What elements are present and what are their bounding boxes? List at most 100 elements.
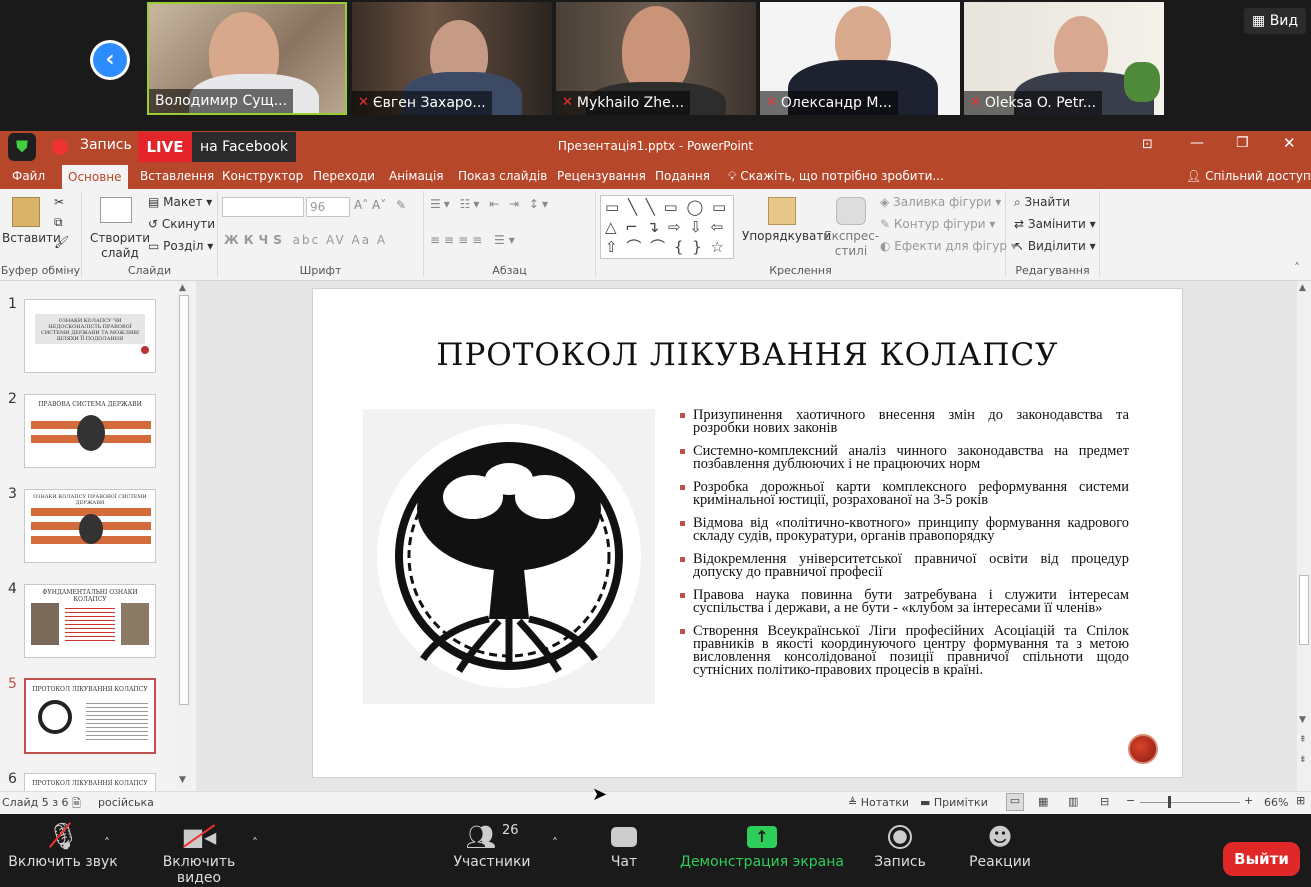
fit-slide-icon[interactable]: ⊞ — [1296, 794, 1305, 807]
view-button[interactable]: ▦ Вид — [1244, 8, 1307, 34]
video-strip: ‹ Володимир Сущ... ✕ Євген Захаро... ✕ Myk… — [0, 0, 1311, 131]
close-button[interactable]: ✕ — [1283, 134, 1296, 152]
participant-tile[interactable]: ✕ Mykhailo Zhe... — [556, 2, 756, 115]
reading-view-icon[interactable]: ▥ — [1068, 795, 1078, 808]
select-label: Виділити — [1027, 239, 1086, 253]
notes-button[interactable]: ≜ Нотатки — [848, 796, 909, 809]
layout-button[interactable]: ▤ Макет ▾ — [148, 195, 212, 209]
bullet-item: Системно-комплексний аналіз чинного зако… — [679, 444, 1129, 471]
shape-effects-button[interactable]: ◐ Ефекти для фігур ▾ — [880, 239, 1017, 253]
participant-tile[interactable]: ✕ Євген Захаро... — [352, 2, 552, 115]
ribbon-display-icon[interactable]: ⊡ — [1142, 137, 1153, 152]
lightbulb-icon: 💡︎ — [728, 169, 737, 183]
paragraph-label: Абзац — [492, 264, 527, 277]
slide-scrollbar[interactable]: ▲ ▼ ⇞ ⇟ — [1297, 281, 1311, 791]
minimize-button[interactable]: — — [1190, 135, 1204, 151]
share-screen-button[interactable]: ↑ Демонстрация экрана — [676, 820, 848, 870]
zoom-out-button[interactable]: − — [1126, 794, 1135, 807]
slide-thumbnail[interactable]: ОЗНАКИ КОЛАПСУ ПРАВОВОЇ СИСТЕМИ ДЕРЖАВИ — [24, 489, 156, 563]
zoom-slider[interactable] — [1140, 802, 1240, 803]
section-button[interactable]: ▭ Розділ ▾ — [148, 239, 213, 253]
find-button[interactable]: ⌕ Знайти — [1014, 195, 1070, 210]
tab-home[interactable]: Основне — [62, 165, 128, 189]
shapes-gallery[interactable]: ▭ ╲ ╲ ▭ ◯ ▭ △ ⌐ ↴ ⇨ ⇩ ⇦ ⇧ ⌒ ⌒ { } ☆ — [600, 195, 734, 259]
tab-insert[interactable]: Вставлення — [134, 163, 220, 189]
font-name-field[interactable] — [222, 197, 304, 217]
section-icon: ▭ — [148, 239, 164, 253]
cut-icon[interactable]: ✂ — [54, 195, 64, 209]
current-slide[interactable]: ПРОТОКОЛ ЛІКУВАННЯ КОЛАПСУ Призупинення … — [312, 288, 1183, 778]
proofing-icon[interactable]: 🗎 — [72, 795, 81, 814]
participant-tile[interactable]: ✕ Oleksa O. Petr... — [964, 2, 1164, 115]
shape-fill-button[interactable]: ◈ Заливка фігури ▾ — [880, 195, 1001, 209]
new-slide-button[interactable]: Створити слайд — [90, 231, 150, 261]
reset-button[interactable]: ↺ Скинути — [148, 217, 215, 231]
start-video-button[interactable]: ■◂ Включить видео — [140, 820, 258, 886]
quick-styles-button[interactable]: Експрес-стилі — [824, 229, 879, 259]
participant-name: Oleksa O. Petr... — [984, 95, 1097, 111]
audio-options-caret[interactable]: ˄ — [104, 836, 110, 850]
drawing-group: ▭ ╲ ╲ ▭ ◯ ▭ △ ⌐ ↴ ⇨ ⇩ ⇦ ⇧ ⌒ ⌒ { } ☆ Упор… — [596, 191, 1017, 277]
font-format-icons[interactable]: ЖКЧS abc AV Aa A — [224, 233, 387, 247]
restore-button[interactable]: ❐ — [1236, 135, 1249, 151]
thumb-title: ФУНДАМЕНТАЛЬНІ ОЗНАКИ КОЛАПСУ — [42, 589, 138, 603]
select-button[interactable]: ↖ Виділити ▾ — [1014, 239, 1096, 253]
zoom-slider-handle[interactable] — [1168, 796, 1171, 808]
comments-button[interactable]: ▬ Примітки — [920, 796, 988, 809]
thumb-title: ОЗНАКИ КОЛАПСУ ПРАВОВОЇ СИСТЕМИ ДЕРЖАВИ — [33, 494, 147, 506]
slide-thumbnail[interactable]: ПРАВОВА СИСТЕМА ДЕРЖАВИ — [24, 394, 156, 468]
participants-options-caret[interactable]: ˄ — [552, 836, 558, 850]
paste-button[interactable]: Вставити — [2, 231, 61, 245]
thumb-number: 1 — [8, 296, 17, 312]
leave-button[interactable]: Выйти — [1223, 842, 1300, 876]
scrollbar-thumb[interactable] — [1299, 575, 1309, 645]
font-group: 96 A˄ A˅ ✎ ЖКЧS abc AV Aa A Шрифт — [218, 191, 424, 277]
list-icons[interactable]: ☰▾ ☷▾ ⇤ ⇥ ↕▾ — [430, 197, 551, 211]
slide-sorter-icon[interactable]: ▦ — [1038, 795, 1048, 808]
tab-animations[interactable]: Анімація — [383, 163, 450, 189]
share-button[interactable]: 👤︎ Спільний доступ — [1180, 163, 1311, 189]
participants-button[interactable]: 👥︎ 26 Участники — [452, 820, 532, 871]
collapse-ribbon-icon[interactable]: ˄ — [1294, 261, 1300, 275]
unmute-button[interactable]: 🎙︎ Включить звук — [8, 820, 118, 870]
normal-view-icon[interactable]: ▭ — [1006, 793, 1024, 811]
chat-button[interactable]: Чат — [598, 820, 650, 870]
font-size-field[interactable]: 96 — [306, 197, 350, 217]
slide-thumbnail[interactable]: ПРОТОКОЛ ЛІКУВАННЯ КОЛАПСУ — [24, 773, 156, 791]
arrange-button[interactable]: Упорядкувати — [742, 229, 831, 243]
reactions-button[interactable]: ☻ Реакции — [962, 820, 1038, 870]
reset-label: Скинути — [161, 217, 216, 231]
slideshow-icon[interactable]: ⊟ — [1100, 795, 1109, 808]
participants-icon: 👥︎ — [465, 823, 496, 851]
tab-slideshow[interactable]: Показ слайдів — [452, 163, 553, 189]
format-painter-icon[interactable]: 🖌︎ — [54, 235, 69, 249]
previous-page-button[interactable]: ‹ — [90, 40, 130, 80]
slide-thumbnail-selected[interactable]: ПРОТОКОЛ ЛІКУВАННЯ КОЛАПСУ — [24, 678, 156, 754]
participant-tile[interactable]: ✕ Олександр М... — [760, 2, 960, 115]
align-icons[interactable]: ≡≡≡≡ ☰▾ — [430, 233, 519, 247]
tell-me-box[interactable]: 💡︎ Скажіть, що потрібно зробити... — [722, 163, 950, 189]
zoom-in-button[interactable]: + — [1244, 794, 1253, 807]
replace-button[interactable]: ⇄ Замінити ▾ — [1014, 217, 1096, 231]
language-indicator[interactable]: російська — [98, 796, 154, 809]
record-icon — [888, 825, 912, 849]
tab-file[interactable]: Файл — [6, 163, 51, 189]
shape-outline-button[interactable]: ✎ Контур фігури ▾ — [880, 217, 995, 231]
thumb-number: 4 — [8, 581, 17, 597]
video-off-icon: ■◂ — [182, 823, 217, 851]
tab-design[interactable]: Конструктор — [216, 163, 309, 189]
tab-view[interactable]: Подання — [649, 163, 716, 189]
participant-tile[interactable]: Володимир Сущ... — [147, 2, 347, 115]
tab-transitions[interactable]: Переходи — [307, 163, 381, 189]
video-options-caret[interactable]: ˄ — [252, 836, 258, 850]
zoom-level[interactable]: 66% — [1264, 796, 1288, 809]
tab-review[interactable]: Рецензування — [551, 163, 652, 189]
slide-thumbnail[interactable]: ФУНДАМЕНТАЛЬНІ ОЗНАКИ КОЛАПСУ — [24, 584, 156, 658]
copy-icon[interactable]: ⧉ — [54, 215, 63, 230]
slide-thumbnail[interactable]: ОЗНАКИ КОЛАПСУ ЧИ НЕДОСКОНАЛІСТЬ ПРАВОВО… — [24, 299, 156, 373]
record-button[interactable]: Запись — [868, 820, 932, 870]
scrollbar-thumb[interactable] — [179, 295, 189, 705]
muted-mic-icon: ✕ — [766, 95, 777, 110]
thumbnails-scrollbar[interactable]: ▲ ▼ — [177, 281, 191, 791]
font-grow-icon[interactable]: A˄ A˅ ✎ — [354, 198, 406, 212]
